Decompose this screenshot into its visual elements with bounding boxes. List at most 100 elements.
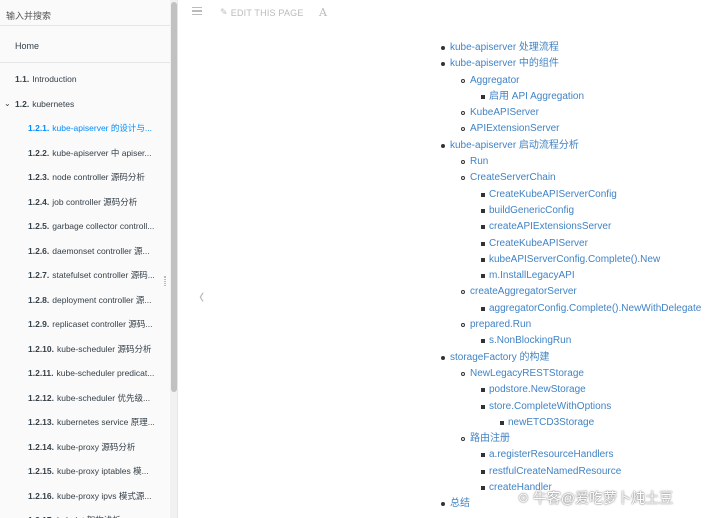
sidebar-item-label: kube-scheduler 源码分析 (57, 343, 152, 354)
toc-link[interactable]: NewLegacyRESTStorage (470, 368, 584, 379)
toc-item[interactable]: 路由注册 (440, 431, 720, 447)
toc-item[interactable]: createAPIExtensionsServer (440, 219, 720, 235)
sidebar-item-1-2-9[interactable]: 1.2.9. replicaset controller 源码... (0, 312, 177, 337)
toc-link[interactable]: newETCD3Storage (508, 417, 594, 428)
sidebar-item-1-2-2[interactable]: 1.2.2. kube-apiserver 中 apiser... (0, 141, 177, 166)
toc-item[interactable]: Aggregator (440, 73, 720, 89)
bullet-icon (481, 257, 485, 262)
sidebar-item-label: deployment controller 源... (52, 294, 152, 305)
sidebar-item-1-2-13[interactable]: 1.2.13. kubernetes service 原理... (0, 410, 177, 435)
previous-page-arrow[interactable]: ‹ (199, 283, 204, 309)
toc-link[interactable]: 总结 (450, 498, 470, 509)
search-input[interactable] (6, 11, 156, 21)
sidebar-item-1-2-15[interactable]: 1.2.15. kube-proxy iptables 模... (0, 459, 177, 484)
toc-link[interactable]: podstore.NewStorage (489, 384, 586, 395)
sidebar-item-1-2-17[interactable]: 1.2.17.kubelet 架构浅析 (0, 508, 177, 518)
toc-item[interactable]: createAggregatorServer (440, 284, 720, 300)
sidebar-item-1-2-5[interactable]: 1.2.5. garbage collector controll... (0, 214, 177, 239)
toc-link[interactable]: 路由注册 (470, 433, 510, 444)
toc-item[interactable]: kube-apiserver 启动流程分析 (440, 138, 720, 154)
toc-item[interactable]: buildGenericConfig (440, 203, 720, 219)
sidebar-item-label: garbage collector controll... (52, 221, 155, 231)
toc-item[interactable]: a.registerResourceHandlers (440, 447, 720, 463)
toc-link[interactable]: CreateKubeAPIServerConfig (489, 189, 617, 200)
toc-link[interactable]: restfulCreateNamedResource (489, 466, 621, 477)
bullet-icon (481, 208, 485, 213)
toc-item[interactable]: kube-apiserver 处理流程 (440, 40, 720, 56)
edit-page-button[interactable]: ✎ EDIT THIS PAGE (220, 7, 304, 18)
toc-link[interactable]: a.registerResourceHandlers (489, 449, 614, 460)
chevron-down-icon[interactable]: ⌄ (4, 92, 11, 116)
toc-item[interactable]: kube-apiserver 中的组件 (440, 56, 720, 72)
toc-item[interactable]: 启用 API Aggregation (440, 89, 720, 105)
bullet-icon (481, 388, 485, 393)
toc-item[interactable]: CreateServerChain (440, 170, 720, 186)
toc-link[interactable]: createAPIExtensionsServer (489, 221, 611, 232)
toc-item[interactable]: CreateKubeAPIServer (440, 236, 720, 252)
toc-item[interactable]: Run (440, 154, 720, 170)
toc-item[interactable]: NewLegacyRESTStorage (440, 366, 720, 382)
toc-link[interactable]: aggregatorConfig.Complete().NewWithDeleg… (489, 303, 701, 314)
toc-item[interactable]: CreateKubeAPIServerConfig (440, 187, 720, 203)
sidebar-resize-handle[interactable] (164, 276, 166, 286)
bullet-icon (481, 225, 485, 230)
toc-item[interactable]: newETCD3Storage (440, 415, 720, 431)
pencil-icon: ✎ (220, 7, 228, 17)
scrollbar-thumb[interactable] (171, 2, 177, 392)
toc-link[interactable]: kubeAPIServerConfig.Complete().New (489, 254, 660, 265)
sidebar-item-1-2-3[interactable]: 1.2.3. node controller 源码分析 (0, 165, 177, 190)
sidebar-item-1-2-10[interactable]: 1.2.10. kube-scheduler 源码分析 (0, 337, 177, 362)
toc-item[interactable]: kubeAPIServerConfig.Complete().New (440, 252, 720, 268)
toc-link[interactable]: 启用 API Aggregation (489, 91, 584, 102)
toc-link[interactable]: prepared.Run (470, 319, 531, 330)
sidebar-scrollbar[interactable] (170, 0, 177, 518)
font-settings-button[interactable]: A (319, 6, 327, 19)
toc-item[interactable]: podstore.NewStorage (440, 382, 720, 398)
toc-link[interactable]: m.InstallLegacyAPI (489, 270, 575, 281)
sidebar-item-1-2-16[interactable]: 1.2.16. kube-proxy ipvs 模式源... (0, 484, 177, 509)
toc-link[interactable]: Aggregator (470, 75, 519, 86)
bullet-icon (461, 176, 465, 181)
toc-link[interactable]: APIExtensionServer (470, 123, 560, 134)
sidebar-item-introduction[interactable]: 1.1. Introduction (0, 67, 177, 92)
toc-item[interactable]: m.InstallLegacyAPI (440, 268, 720, 284)
sidebar-item-home[interactable]: Home (0, 26, 177, 63)
toc-link[interactable]: s.NonBlockingRun (489, 335, 571, 346)
toc-link[interactable]: CreateServerChain (470, 172, 556, 183)
toc-link[interactable]: store.CompleteWithOptions (489, 401, 611, 412)
toc-link[interactable]: createAggregatorServer (470, 286, 577, 297)
toc-item[interactable]: aggregatorConfig.Complete().NewWithDeleg… (440, 301, 720, 317)
toc-link[interactable]: KubeAPIServer (470, 107, 539, 118)
toc-item[interactable]: store.CompleteWithOptions (440, 399, 720, 415)
toc-item[interactable]: APIExtensionServer (440, 121, 720, 137)
toc-item[interactable]: KubeAPIServer (440, 105, 720, 121)
toc-item[interactable]: prepared.Run (440, 317, 720, 333)
sidebar-item-1-2-1[interactable]: 1.2.1. kube-apiserver 的设计与... (0, 116, 177, 141)
sidebar-item-number: 1.2.12. (28, 392, 54, 403)
toc-item[interactable]: storageFactory 的构建 (440, 350, 720, 366)
toc-link[interactable]: kube-apiserver 启动流程分析 (450, 140, 579, 151)
sidebar-item-1-2-6[interactable]: 1.2.6. daemonset controller 源... (0, 239, 177, 264)
bullet-icon (500, 420, 504, 425)
sidebar: Home 1.1.Introduction ⌄ 1.2.kubernetes 1… (0, 0, 178, 518)
search-box[interactable] (0, 0, 177, 26)
toc-item[interactable]: restfulCreateNamedResource (440, 464, 720, 480)
toc-link[interactable]: Run (470, 156, 488, 167)
toc-item[interactable]: s.NonBlockingRun (440, 333, 720, 349)
toc-link[interactable]: buildGenericConfig (489, 205, 574, 216)
sidebar-item-1-2-14[interactable]: 1.2.14. kube-proxy 源码分析 (0, 435, 177, 460)
sidebar-item-number: 1.2.14. (28, 441, 54, 452)
hamburger-icon[interactable] (192, 7, 202, 17)
sidebar-item-1-2-12[interactable]: 1.2.12. kube-scheduler 优先级... (0, 386, 177, 411)
sidebar-item-1-2-4[interactable]: 1.2.4. job controller 源码分析 (0, 190, 177, 215)
sidebar-item-1-2-11[interactable]: 1.2.11. kube-scheduler predicat... (0, 361, 177, 386)
sidebar-item-label: job controller 源码分析 (52, 196, 138, 207)
sidebar-item-1-2-7[interactable]: 1.2.7. statefulset controller 源码... (0, 263, 177, 288)
sidebar-item-number: 1.2.10. (28, 343, 54, 354)
sidebar-item-kubernetes[interactable]: ⌄ 1.2. kubernetes (0, 92, 177, 117)
toc-link[interactable]: storageFactory 的构建 (450, 352, 549, 363)
toc-link[interactable]: kube-apiserver 处理流程 (450, 42, 559, 53)
toc-link[interactable]: CreateKubeAPIServer (489, 238, 588, 249)
toc-link[interactable]: kube-apiserver 中的组件 (450, 58, 559, 69)
sidebar-item-1-2-8[interactable]: 1.2.8. deployment controller 源... (0, 288, 177, 313)
